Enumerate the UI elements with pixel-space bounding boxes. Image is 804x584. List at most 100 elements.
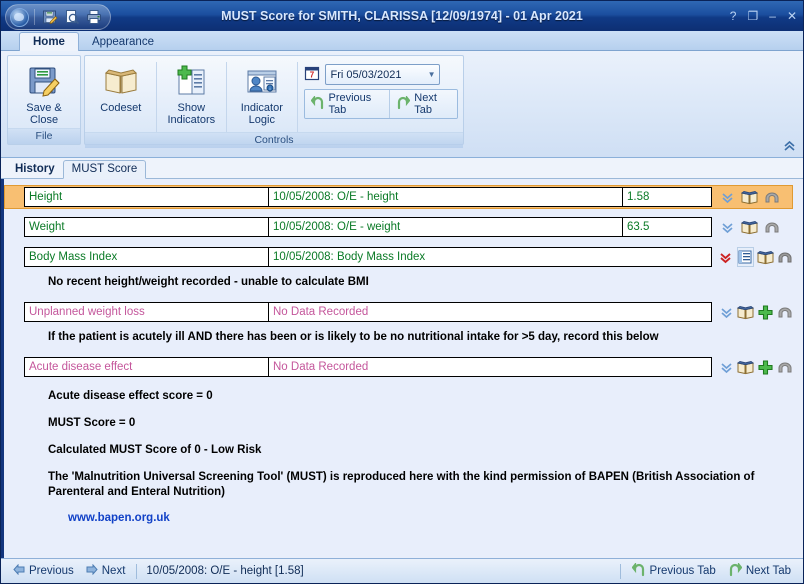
arrow-forward-icon [728, 563, 742, 580]
acute-disease-score: Acute disease effect score = 0 [4, 389, 793, 404]
ribbon-group-file: Save & Close File [7, 55, 81, 145]
ribbon-next-tab-label: Next Tab [414, 92, 451, 116]
table-row[interactable]: Weight 10/05/2008: O/E - weight 63.5 [4, 215, 793, 239]
row-fields-bmi[interactable]: Body Mass Index 10/05/2008: Body Mass In… [24, 247, 712, 267]
save-disk-icon [27, 62, 61, 100]
ribbon-next-tab-button[interactable]: Next Tab [389, 90, 457, 118]
status-divider-1 [136, 564, 137, 579]
show-indicators-label-line1: Show [167, 102, 215, 114]
book-icon[interactable] [740, 218, 759, 236]
indicator-logic-label-line1: Indicator [241, 102, 283, 114]
field-name: Body Mass Index [25, 248, 269, 266]
table-row[interactable]: Unplanned weight loss No Data Recorded [4, 300, 793, 324]
table-row[interactable]: Height 10/05/2008: O/E - height 1.58 [4, 185, 793, 209]
ribbon-previous-tab-button[interactable]: Previous Tab [305, 90, 390, 118]
window-title: MUST Score for SMITH, CLARISSA [12/09/19… [1, 1, 803, 31]
ribbon-group-controls-label: Controls [85, 132, 463, 148]
add-green-icon[interactable] [757, 358, 773, 376]
bapen-credit: The 'Malnutrition Universal Screening To… [4, 470, 793, 500]
row-fields-height[interactable]: Height 10/05/2008: O/E - height 1.58 [24, 187, 712, 207]
qat-divider [34, 9, 35, 25]
help-button[interactable]: ? [730, 10, 737, 22]
status-next-button[interactable]: Next [80, 564, 132, 578]
ribbon-tab-home[interactable]: Home [19, 32, 79, 51]
arrow-left-icon [13, 564, 25, 578]
codeset-button[interactable]: Codeset [88, 58, 154, 114]
show-indicators-label-line2: Indicators [167, 114, 215, 126]
ribbon-divider-2 [226, 62, 227, 132]
book-icon[interactable] [740, 188, 759, 206]
chevron-double-down-icon[interactable] [718, 218, 737, 236]
bapen-link[interactable]: www.bapen.org.uk [4, 512, 170, 524]
collapse-ribbon-button[interactable] [781, 139, 797, 153]
field-value: 63.5 [623, 218, 711, 236]
row-actions [712, 358, 793, 376]
print-preview-icon[interactable] [62, 8, 81, 27]
undo-icon[interactable] [762, 218, 781, 236]
table-row[interactable]: Body Mass Index 10/05/2008: Body Mass In… [4, 245, 793, 269]
must-score-form: Height 10/05/2008: O/E - height 1.58 Wei… [1, 179, 803, 558]
table-row[interactable]: Acute disease effect No Data Recorded [4, 355, 793, 379]
field-name: Weight [25, 218, 269, 236]
close-button[interactable]: ✕ [787, 10, 797, 22]
title-bar: MUST Score for SMITH, CLARISSA [12/09/19… [1, 1, 803, 31]
add-page-icon [173, 62, 209, 100]
app-orb-icon[interactable] [10, 8, 29, 27]
ribbon-tab-appearance[interactable]: Appearance [79, 33, 167, 51]
print-icon[interactable] [84, 8, 103, 27]
undo-icon[interactable] [777, 358, 793, 376]
row-fields-weight[interactable]: Weight 10/05/2008: O/E - weight 63.5 [24, 217, 712, 237]
field-name: Acute disease effect [25, 358, 269, 376]
ribbon: Save & Close File [1, 51, 803, 158]
chevron-double-down-icon[interactable] [718, 303, 734, 321]
book-icon[interactable] [737, 303, 754, 321]
status-next-tab-button[interactable]: Next Tab [722, 563, 797, 580]
ribbon-controls-column: 7 Fri 05/03/2021 ▼ [300, 58, 461, 119]
status-divider-2 [620, 564, 621, 579]
tab-must-score[interactable]: MUST Score [63, 160, 147, 179]
list-icon[interactable] [737, 247, 755, 267]
row-fields-acute[interactable]: Acute disease effect No Data Recorded [24, 357, 712, 377]
calculated-must-score: Calculated MUST Score of 0 - Low Risk [4, 443, 793, 458]
date-input[interactable]: Fri 05/03/2021 ▼ [325, 64, 440, 85]
row-fields-weight-loss[interactable]: Unplanned weight loss No Data Recorded [24, 302, 712, 322]
window-controls: ? ❐ – ✕ [730, 1, 797, 31]
book-icon[interactable] [737, 358, 754, 376]
status-previous-button[interactable]: Previous [7, 564, 80, 578]
restore-button[interactable]: ❐ [747, 10, 758, 22]
svg-text:7: 7 [309, 71, 314, 80]
book-icon[interactable] [757, 248, 774, 266]
arrow-back-icon [311, 96, 325, 113]
person-info-icon: i [244, 62, 280, 100]
ribbon-tab-strip: Home Appearance [1, 31, 803, 51]
status-previous-tab-button[interactable]: Previous Tab [626, 563, 722, 580]
field-term: 10/05/2008: O/E - height [269, 188, 623, 206]
chevron-down-icon[interactable]: ▼ [428, 70, 436, 79]
field-name: Unplanned weight loss [25, 303, 269, 321]
field-term: 10/05/2008: O/E - weight [269, 218, 623, 236]
status-info-text: 10/05/2008: O/E - height [1.58] [142, 565, 307, 577]
add-green-icon[interactable] [757, 303, 773, 321]
undo-icon[interactable] [777, 248, 793, 266]
tab-history[interactable]: History [7, 161, 63, 178]
indicator-logic-button[interactable]: i Indicator Logic [229, 58, 295, 126]
date-value: Fri 05/03/2021 [331, 69, 402, 81]
minimize-button[interactable]: – [769, 10, 776, 22]
save-and-close-button[interactable]: Save & Close [11, 58, 77, 126]
chevron-double-down-red-icon[interactable] [718, 248, 734, 266]
row-actions [712, 303, 793, 321]
indicator-logic-label-line2: Logic [241, 114, 283, 126]
row-actions [712, 188, 793, 206]
chevron-double-down-icon[interactable] [718, 358, 734, 376]
ribbon-group-controls: Codeset [84, 55, 464, 145]
show-indicators-button[interactable]: Show Indicators [159, 58, 225, 126]
undo-icon[interactable] [762, 188, 781, 206]
field-name: Height [25, 188, 269, 206]
save-and-close-label-line2: Close [26, 114, 61, 126]
ribbon-group-file-label: File [8, 128, 80, 144]
undo-icon[interactable] [777, 303, 793, 321]
date-picker[interactable]: 7 Fri 05/03/2021 ▼ [304, 64, 459, 85]
chevron-double-down-icon[interactable] [718, 188, 737, 206]
save-icon[interactable] [40, 8, 59, 27]
must-score: MUST Score = 0 [4, 416, 793, 431]
